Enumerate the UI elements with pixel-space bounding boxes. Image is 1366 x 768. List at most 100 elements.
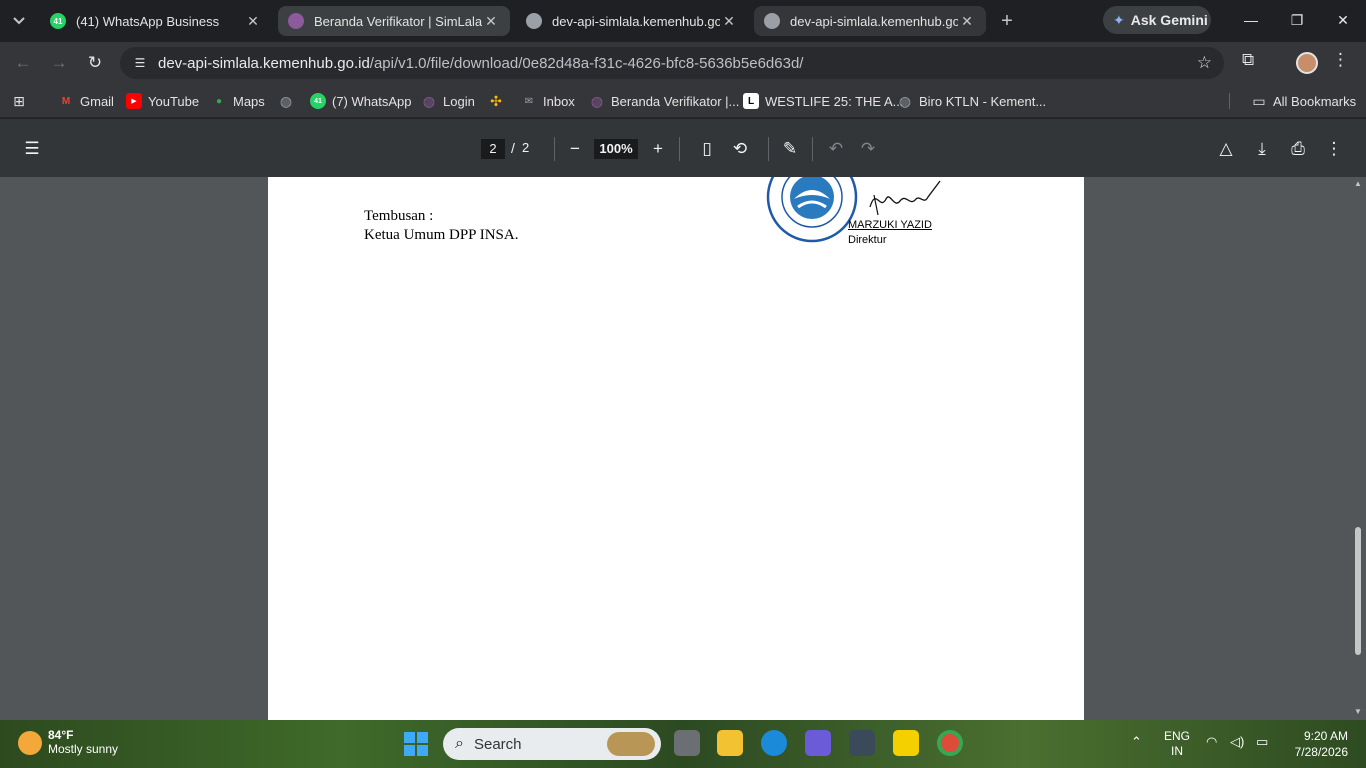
bookmark-label: Biro KTLN - Kement... xyxy=(919,93,1047,109)
task-view-icon[interactable] xyxy=(674,730,700,756)
bookmark-beranda[interactable]: ◍ Beranda Verifikator |... xyxy=(589,91,740,111)
bookmark-login[interactable]: ◍ Login xyxy=(421,91,475,111)
youtube-icon: ▶ xyxy=(126,93,142,109)
pdf-page: Tembusan : Ketua Umum DPP INSA. MARZUKI … xyxy=(268,177,1084,720)
mail-icon: ✉ xyxy=(524,95,534,107)
bookmark-pinwheel[interactable]: ✣ xyxy=(488,91,510,111)
wifi-icon[interactable]: ◠ xyxy=(1206,734,1217,750)
fit-page-icon[interactable]: ▯ xyxy=(695,137,719,161)
search-icon: ⌕ xyxy=(455,735,464,752)
bookmark-label: WESTLIFE 25: THE A... xyxy=(765,93,904,109)
new-tab-plus-icon[interactable]: + xyxy=(994,8,1020,34)
signer-name: MARZUKI YAZID xyxy=(848,219,932,231)
chrome-menu-icon[interactable]: ⋮ xyxy=(1332,50,1349,70)
tab-whatsapp-business[interactable]: 41 (41) WhatsApp Business ✕ xyxy=(40,6,272,36)
globe-icon: ◍ xyxy=(422,92,436,109)
rotate-icon[interactable]: ⟲ xyxy=(728,137,752,161)
bookmark-gmail[interactable]: M Gmail xyxy=(58,91,114,111)
bookmark-label: Login xyxy=(443,93,475,109)
tab-dev-api-1[interactable]: dev-api-simlala.kemenhub.go.id ✕ xyxy=(516,6,748,36)
windows-start-icon[interactable] xyxy=(404,732,428,756)
drive-save-icon[interactable]: △ xyxy=(1214,137,1238,161)
close-window-icon[interactable]: ✕ xyxy=(1320,6,1366,34)
apps-grid-icon[interactable]: ⊞ xyxy=(10,92,28,110)
close-tab-icon[interactable]: ✕ xyxy=(958,13,976,30)
app-icon[interactable] xyxy=(805,730,831,756)
globe-icon xyxy=(288,13,304,29)
back-arrow-icon[interactable]: ← xyxy=(10,50,36,76)
zoom-input[interactable]: 100% xyxy=(594,139,638,159)
battery-icon[interactable]: ▭ xyxy=(1256,734,1268,750)
tab-title: (41) WhatsApp Business xyxy=(76,13,220,29)
extensions-puzzle-icon[interactable]: ⧉ xyxy=(1242,50,1254,70)
print-icon[interactable]: ⎙ xyxy=(1286,137,1310,161)
minimize-icon[interactable]: — xyxy=(1228,6,1274,34)
divider xyxy=(768,137,769,161)
close-tab-icon[interactable]: ✕ xyxy=(244,13,262,30)
taskbar-search[interactable]: ⌕ Search xyxy=(443,728,661,760)
reload-icon[interactable]: ↻ xyxy=(82,50,108,76)
globe-icon xyxy=(526,13,542,29)
page-number-input[interactable]: 2 xyxy=(481,139,505,159)
url-host: dev-api-simlala.kemenhub.go.id xyxy=(158,55,370,72)
pdf-viewer[interactable]: Tembusan : Ketua Umum DPP INSA. MARZUKI … xyxy=(0,177,1366,720)
globe-icon: ◍ xyxy=(590,92,604,109)
clock[interactable]: 9:20 AM 7/28/2026 xyxy=(1288,728,1348,760)
scroll-up-arrow-icon[interactable]: ▲ xyxy=(1354,179,1362,188)
url-path: /api/v1.0/file/download/0e82d48a-f31c-46… xyxy=(369,55,804,72)
chrome-icon[interactable] xyxy=(937,730,963,756)
forward-arrow-icon[interactable]: → xyxy=(46,50,72,76)
tab-title: dev-api-simlala.kemenhub.go.id xyxy=(552,13,720,29)
close-tab-icon[interactable]: ✕ xyxy=(482,13,500,30)
zoom-in-icon[interactable]: + xyxy=(646,137,670,161)
more-options-icon[interactable]: ⋮ xyxy=(1322,137,1346,161)
url-text[interactable]: dev-api-simlala.kemenhub.go.id/api/v1.0/… xyxy=(158,55,803,72)
download-icon[interactable]: ⤓ xyxy=(1250,137,1274,161)
tab-search-chevron-icon[interactable] xyxy=(6,8,32,34)
language-indicator[interactable]: ENG IN xyxy=(1164,729,1190,759)
lang-code: ENG xyxy=(1164,729,1191,743)
vertical-scrollbar[interactable]: ▲ ▼ xyxy=(1350,177,1366,720)
all-bookmarks-button[interactable]: ▭ All Bookmarks xyxy=(1251,91,1356,111)
globe-icon: ◍ xyxy=(279,92,293,109)
cc-label: Tembusan : xyxy=(364,208,434,224)
bookmark-westlife[interactable]: L WESTLIFE 25: THE A... xyxy=(743,91,903,111)
annotate-pen-icon[interactable]: ✎ xyxy=(778,137,802,161)
profile-avatar[interactable] xyxy=(1296,52,1318,74)
divider xyxy=(679,137,680,161)
bookmark-inbox[interactable]: ✉ Inbox xyxy=(521,91,575,111)
bookmark-whatsapp[interactable]: 41 (7) WhatsApp xyxy=(310,91,411,111)
scrollbar-thumb[interactable] xyxy=(1355,527,1361,655)
bookmark-label: Maps xyxy=(233,93,265,109)
undo-icon[interactable]: ↶ xyxy=(824,137,848,161)
time: 9:20 AM xyxy=(1303,729,1348,743)
sticky-notes-icon[interactable] xyxy=(893,730,919,756)
ask-gemini-button[interactable]: ✦ Ask Gemini xyxy=(1103,6,1211,34)
bookmark-maps[interactable]: ● Maps xyxy=(211,91,265,111)
sidebar-menu-icon[interactable]: ☰ xyxy=(20,137,44,161)
bookmark-label: Inbox xyxy=(543,93,575,109)
file-explorer-icon[interactable] xyxy=(717,730,743,756)
weather-widget[interactable]: 84°F Mostly sunny xyxy=(18,728,118,757)
address-bar[interactable]: ☰ dev-api-simlala.kemenhub.go.id/api/v1.… xyxy=(120,47,1224,79)
bookmark-star-icon[interactable]: ☆ xyxy=(1197,53,1212,73)
camera-icon[interactable] xyxy=(849,730,875,756)
zoom-out-icon[interactable]: − xyxy=(563,137,587,161)
bookmark-youtube[interactable]: ▶ YouTube xyxy=(126,91,199,111)
scroll-down-arrow-icon[interactable]: ▼ xyxy=(1354,707,1362,716)
restore-icon[interactable]: ❐ xyxy=(1274,6,1320,34)
tab-dev-api-2[interactable]: dev-api-simlala.kemenhub.go.id ✕ xyxy=(754,6,986,36)
company-stamp xyxy=(766,177,858,243)
all-bookmarks-label: All Bookmarks xyxy=(1273,93,1357,109)
volume-icon[interactable]: ◁) xyxy=(1230,734,1244,750)
bookmark-globe[interactable]: ◍ xyxy=(278,91,300,111)
edge-icon[interactable] xyxy=(761,730,787,756)
close-tab-icon[interactable]: ✕ xyxy=(720,13,738,30)
tray-chevron-icon[interactable]: ⌃ xyxy=(1131,734,1142,750)
bookmark-label: Gmail xyxy=(80,93,114,109)
tab-beranda-verifikator[interactable]: Beranda Verifikator | SimLala ✕ xyxy=(278,6,510,36)
site-info-icon[interactable]: ☰ xyxy=(130,53,150,73)
search-placeholder: Search xyxy=(473,735,522,753)
redo-icon[interactable]: ↷ xyxy=(856,137,880,161)
bookmark-biro-ktln[interactable]: ◍ Biro KTLN - Kement... xyxy=(897,91,1046,111)
